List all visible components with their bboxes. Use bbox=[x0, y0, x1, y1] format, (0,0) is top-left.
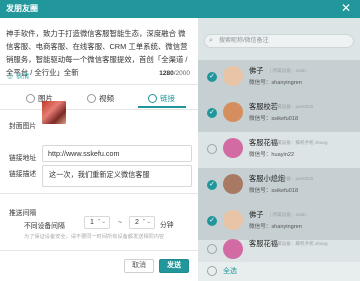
interval-to-select[interactable]: 2 ⌃⌄ bbox=[129, 216, 155, 229]
contact-row[interactable]: 客服花福 | 所属设备：脚机手机 shang bbox=[198, 236, 360, 262]
divider bbox=[0, 193, 198, 194]
contact-row[interactable]: ✓ 佛子 | 所属设备：10ab 微信号：shanyingren bbox=[198, 204, 360, 240]
interval-title: 推送间隔 bbox=[9, 210, 37, 217]
divider bbox=[0, 84, 198, 85]
contact-row[interactable]: ✓ 佛子 | 所属设备：10ab 微信号：shanyingren bbox=[198, 60, 360, 96]
image-icon bbox=[26, 94, 35, 103]
interval-separator: ~ bbox=[118, 219, 122, 226]
chevron-down-icon: ⌃⌄ bbox=[141, 219, 151, 225]
compose-panel: 神手软件，致力于打造微信客服智能生态，深度融合 微信客服、电商客服、在线客服、C… bbox=[0, 18, 198, 281]
close-icon[interactable]: ✕ bbox=[341, 1, 351, 15]
divider bbox=[0, 109, 198, 110]
search-input[interactable]: ⌕ 搜索昵称/微信备注 bbox=[204, 34, 354, 48]
select-all-bar: 全选 bbox=[198, 262, 360, 281]
char-counter: 1280/2000 bbox=[159, 70, 190, 77]
desc-label: 链接描述 bbox=[9, 171, 37, 178]
interval-unit: 分钟 bbox=[160, 222, 174, 229]
interval-hint: 为了保证设备安全，请不要同一时间所有设备都发送相同内容 bbox=[24, 234, 165, 240]
emoji-button[interactable]: ☺ 表情 bbox=[6, 71, 29, 81]
tab-link[interactable]: 链接 bbox=[148, 91, 175, 107]
link-label: 链接地址 bbox=[9, 155, 37, 162]
send-button[interactable]: 发送 bbox=[159, 259, 189, 273]
interval-from-select[interactable]: 1 ⌃⌄ bbox=[84, 216, 110, 229]
tab-video[interactable]: 视频 bbox=[87, 91, 114, 107]
compose-toolbar: ☺ 表情 1280/2000 bbox=[6, 70, 192, 81]
checkbox-unchecked-icon[interactable] bbox=[207, 244, 217, 254]
search-icon: ⌕ bbox=[209, 37, 213, 44]
select-all-button[interactable]: 全选 bbox=[223, 266, 237, 276]
video-icon bbox=[87, 94, 96, 103]
smile-icon: ☺ bbox=[6, 71, 15, 81]
contact-row[interactable]: 客服花福 | 所属设备：脚机手机 shang 微信号：huayin22 bbox=[198, 132, 360, 168]
interval-prefix: 不同设备间隔 bbox=[24, 223, 65, 230]
checkbox-unchecked-icon[interactable] bbox=[207, 144, 217, 154]
avatar bbox=[223, 239, 243, 259]
checkbox-checked-icon[interactable]: ✓ bbox=[207, 216, 217, 226]
contact-row[interactable]: ✓ 客服校若 | 所属设备：pan0020 微信号：ssikefu018 bbox=[198, 96, 360, 132]
checkbox-checked-icon[interactable]: ✓ bbox=[207, 72, 217, 82]
media-tabs: 图片 视频 链接 bbox=[0, 91, 198, 108]
contacts-panel: ⌕ 搜索昵称/微信备注 ✓ 佛子 | 所属设备：10ab 微信号：shanyin… bbox=[198, 18, 360, 281]
divider bbox=[0, 250, 198, 251]
avatar bbox=[223, 66, 243, 86]
link-url-input[interactable]: http://www.sskefu.com bbox=[42, 145, 192, 162]
cover-label: 封面图片 bbox=[9, 123, 37, 130]
chevron-down-icon: ⌃⌄ bbox=[96, 219, 106, 225]
avatar bbox=[223, 174, 243, 194]
link-description-input[interactable]: 这一次，我们重新定义微信客服 bbox=[42, 165, 192, 187]
avatar bbox=[223, 102, 243, 122]
checkbox-unchecked-icon[interactable] bbox=[207, 266, 217, 276]
dialog-title: 发朋友圈 bbox=[6, 4, 38, 13]
avatar bbox=[223, 210, 243, 230]
title-bar: 发朋友圈 ✕ bbox=[0, 0, 360, 18]
checkbox-checked-icon[interactable]: ✓ bbox=[207, 180, 217, 190]
active-tab-indicator bbox=[138, 106, 186, 108]
cover-image[interactable] bbox=[42, 101, 66, 124]
cancel-button[interactable]: 取消 bbox=[124, 259, 154, 273]
checkbox-checked-icon[interactable]: ✓ bbox=[207, 108, 217, 118]
contact-row[interactable]: ✓ 客服小熄炮 | 所属设备：pan0020 微信号：ssikefu018 bbox=[198, 168, 360, 204]
avatar bbox=[223, 138, 243, 158]
link-icon bbox=[148, 94, 157, 103]
